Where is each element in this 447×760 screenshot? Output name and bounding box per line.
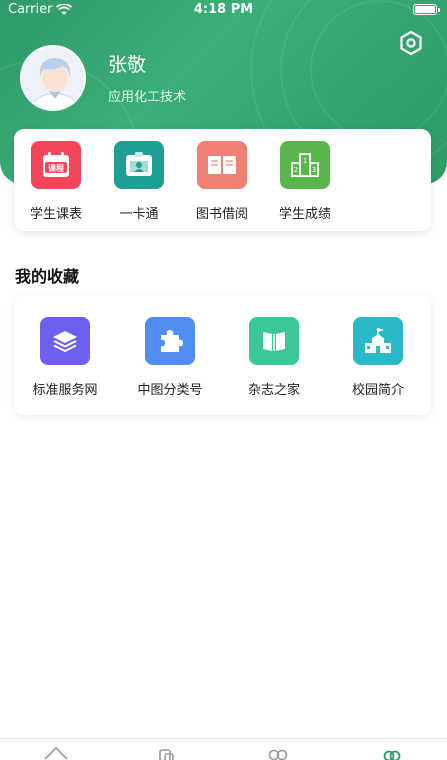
svg-text:1: 1 [303,157,307,165]
avatar[interactable] [20,45,86,111]
apps-icon [159,749,174,760]
tab-profile[interactable] [372,745,412,760]
quick-action-label: 学生课表 [29,207,82,222]
quick-action-label: 图书借阅 [195,207,248,222]
quick-action-label: 一卡通 [119,207,159,222]
tab-apps[interactable] [146,745,186,760]
profile-icon [383,750,401,760]
favorite-label: 标准服务网 [32,383,98,398]
battery-icon [413,4,440,15]
favorites-title: 我的收藏 [15,267,80,286]
quick-action-library-borrow[interactable]: 图书借阅 [180,141,264,222]
quick-action-student-schedule[interactable]: 课程 学生课表 [14,141,98,222]
podium-icon: 1 2 3 [280,141,330,189]
course-schedule-icon: 课程 [31,141,81,189]
quick-action-label: 学生成绩 [278,207,331,222]
svg-text:2: 2 [294,166,298,174]
tab-bar [0,738,447,760]
favorite-campus-intro[interactable]: 校园简介 [328,317,428,398]
user-major: 应用化工技术 [108,90,187,105]
quick-action-student-grades[interactable]: 1 2 3 学生成绩 [263,141,347,222]
tab-messages[interactable] [258,745,298,760]
favorite-label: 中图分类号 [137,383,203,398]
open-book-icon [249,317,299,365]
favorites-card: 标准服务网 中图分类号 杂志之家 校园简介 [14,295,431,415]
favorite-label: 校园简介 [351,383,404,398]
favorite-clc-number[interactable]: 中图分类号 [120,317,220,398]
book-icon [197,141,247,189]
puzzle-icon [145,317,195,365]
status-bar: Carrier 4:18 PM [0,0,447,20]
home-icon [44,746,68,760]
messages-icon [268,749,288,760]
status-time: 4:18 PM [193,2,254,17]
course-tile-text: 课程 [48,163,64,173]
user-name: 张敬 [108,54,147,76]
favorite-standards-service[interactable]: 标准服务网 [15,317,115,398]
settings-icon[interactable] [398,30,424,56]
layers-icon [40,317,90,365]
favorite-label: 杂志之家 [247,383,300,398]
tab-home[interactable] [36,745,76,760]
quick-actions-card: 课程 学生课表 一卡通 图书借阅 1 2 3 学生成绩 [14,129,431,231]
school-building-icon [353,317,403,365]
quick-action-campus-card[interactable]: 一卡通 [97,141,181,222]
favorite-magazine-home[interactable]: 杂志之家 [224,317,324,398]
svg-text:3: 3 [312,166,316,174]
id-card-icon [114,141,164,189]
